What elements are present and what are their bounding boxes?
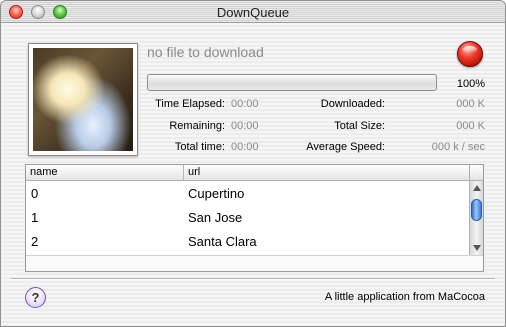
table-footer-strip xyxy=(26,255,483,271)
download-status-text: no file to download xyxy=(147,44,264,60)
table-header: name url xyxy=(26,165,469,181)
scroll-thumb[interactable] xyxy=(471,199,482,221)
download-artwork-icon xyxy=(33,48,133,151)
cell-url: Cupertino xyxy=(188,186,245,201)
download-progress-bar xyxy=(147,74,437,91)
stop-download-button[interactable] xyxy=(457,41,483,67)
app-window: DownQueue no file to download 100% Time … xyxy=(0,0,506,327)
total-size-value: 000 K xyxy=(456,120,485,132)
cell-url: San Jose xyxy=(188,210,243,225)
cell-name: 1 xyxy=(31,210,39,225)
vertical-scrollbar[interactable] xyxy=(469,181,483,255)
column-header-name[interactable]: name xyxy=(30,166,58,178)
table-row[interactable]: 2 Santa Clara xyxy=(26,230,469,253)
column-header-url[interactable]: url xyxy=(188,166,200,178)
scroll-up-arrow-icon[interactable] xyxy=(473,185,481,191)
average-speed-value: 000 k / sec xyxy=(431,141,485,153)
table-row[interactable]: 0 Cupertino xyxy=(26,182,469,205)
remaining-value: 00:00 xyxy=(231,120,259,132)
table-row[interactable]: 1 San Jose xyxy=(26,206,469,229)
progress-percent-label: 100% xyxy=(456,78,485,90)
scroll-down-arrow-icon[interactable] xyxy=(473,245,481,251)
title-bar[interactable]: DownQueue xyxy=(1,1,505,23)
average-speed-label: Average Speed: xyxy=(306,141,385,153)
time-elapsed-value: 00:00 xyxy=(231,98,259,110)
remaining-label: Remaining: xyxy=(169,120,225,132)
cell-name: 0 xyxy=(31,186,39,201)
download-queue-table[interactable]: name url 0 Cupertino 1 San Jose 2 Santa … xyxy=(25,164,484,272)
total-size-label: Total Size: xyxy=(334,120,385,132)
footer-divider xyxy=(11,278,495,280)
downloaded-value: 000 K xyxy=(456,98,485,110)
column-divider[interactable] xyxy=(183,165,184,181)
cell-name: 2 xyxy=(31,234,39,249)
cell-url: Santa Clara xyxy=(188,234,257,249)
table-corner xyxy=(469,165,483,181)
download-file-icon xyxy=(28,43,138,156)
downloaded-label: Downloaded: xyxy=(320,98,385,110)
help-button[interactable]: ? xyxy=(25,287,46,308)
window-title: DownQueue xyxy=(216,5,290,20)
total-time-value: 00:00 xyxy=(231,141,259,153)
time-elapsed-label: Time Elapsed: xyxy=(155,98,225,110)
credit-text: A little application from MaCocoa xyxy=(324,291,485,303)
total-time-label: Total time: xyxy=(174,141,225,153)
